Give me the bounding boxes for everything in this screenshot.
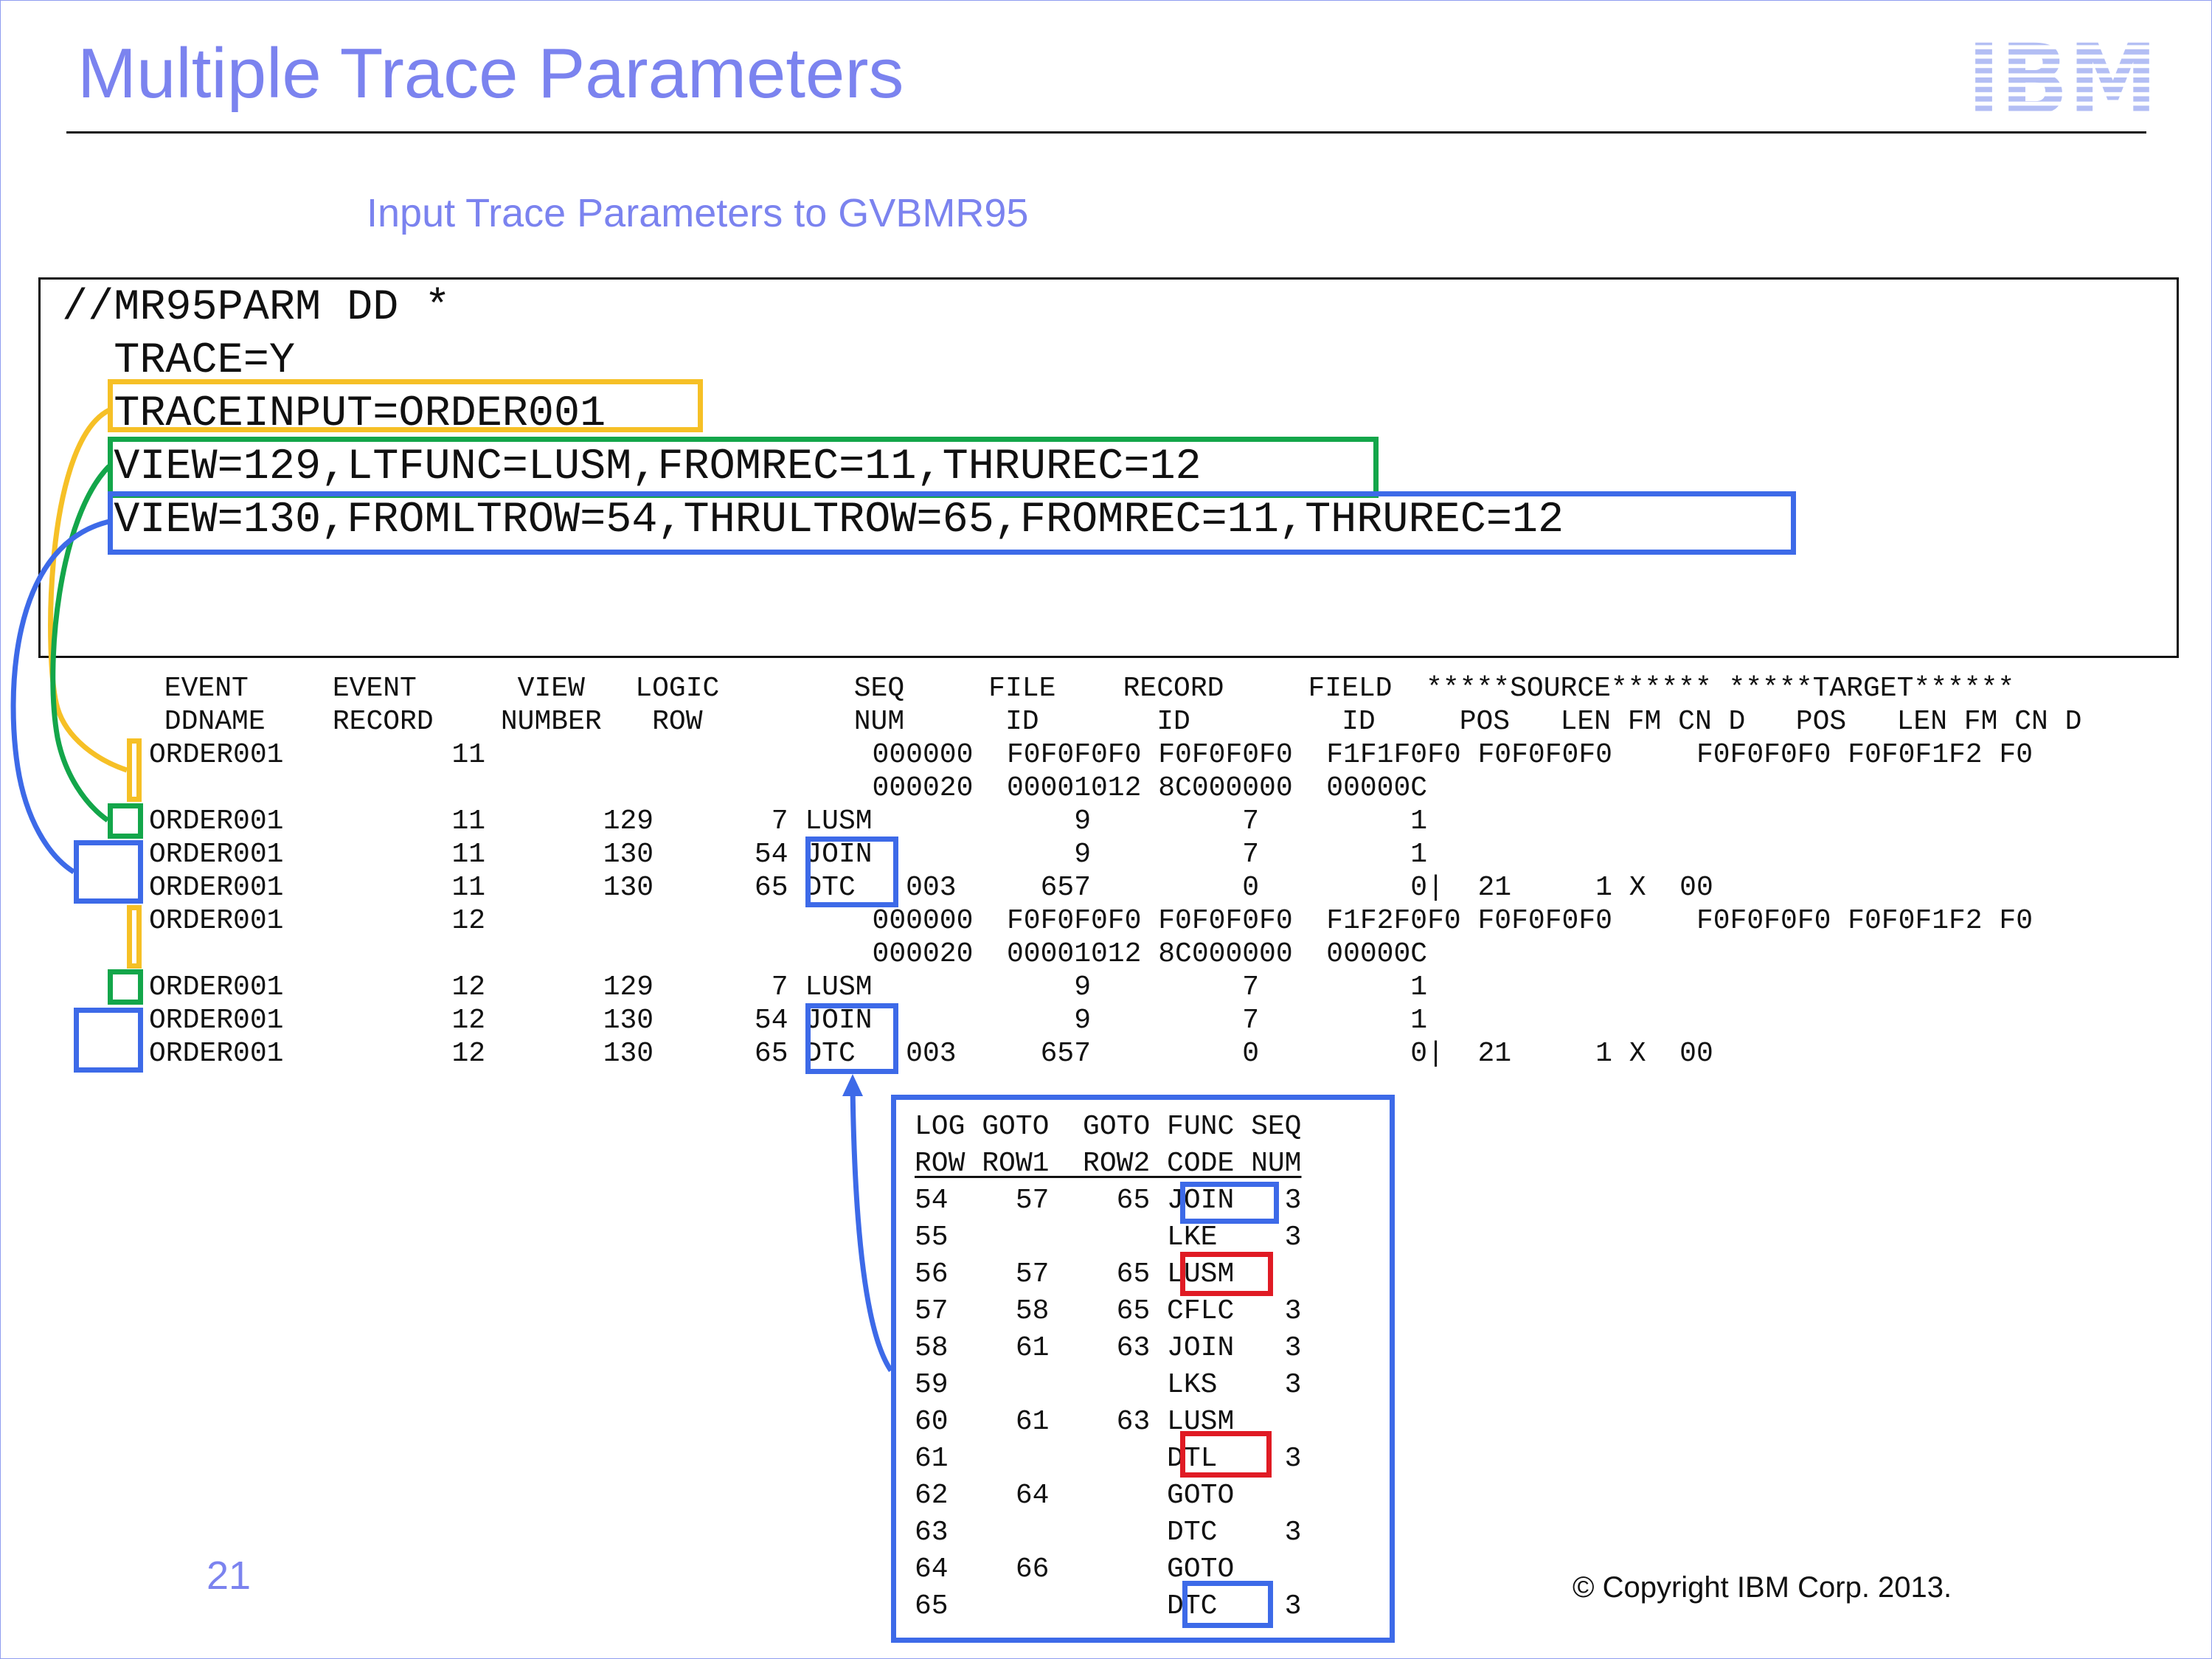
record11-input-marker <box>127 738 142 802</box>
trace-row: ORDER001 12 130 65 DTC 003 657 0 0| 21 1… <box>149 1038 1713 1070</box>
trace-join-dtc-highlight-rec11 <box>805 837 898 907</box>
ibm-logo: IBM <box>1967 40 2157 115</box>
lt-lusm-highlight <box>1180 1252 1273 1296</box>
trace-row: ORDER001 11 130 65 DTC 003 657 0 0| 21 1… <box>149 872 1713 904</box>
trace-join-dtc-highlight-rec12 <box>805 1003 898 1074</box>
lt-dtl-highlight <box>1180 1431 1272 1478</box>
record12-input-marker <box>127 905 142 969</box>
trace-header-1: EVENT EVENT VIEW LOGIC SEQ FILE RECORD F… <box>148 673 2015 704</box>
slide-title: Multiple Trace Parameters <box>77 34 904 113</box>
logic-table-row: 58 61 63 JOIN 3 <box>915 1332 1302 1364</box>
trace-row: ORDER001 12 130 54 JOIN 9 7 1 <box>149 1005 1428 1036</box>
lt-join-highlight <box>1180 1182 1279 1224</box>
logic-table-header-2: ROW ROW1 ROW2 CODE NUM <box>915 1148 1302 1180</box>
traceinput-highlight <box>108 379 703 432</box>
record12-view130-marker <box>74 1008 143 1073</box>
logic-table-header-1: LOG GOTO GOTO FUNC SEQ <box>915 1111 1302 1143</box>
lt-dtc-highlight <box>1182 1581 1273 1628</box>
ibm-logo-text: IBM <box>1967 40 2157 115</box>
trace-row: ORDER001 11 129 7 LUSM 9 7 1 <box>149 806 1428 837</box>
trace-row: ORDER001 12 000000 F0F0F0F0 F0F0F0F0 F1F… <box>149 905 2034 937</box>
view129-highlight <box>108 437 1379 498</box>
logic-table-row: 63 DTC 3 <box>915 1517 1302 1548</box>
record12-view129-marker <box>108 969 143 1005</box>
trace-header-2: DDNAME RECORD NUMBER ROW NUM ID ID ID PO… <box>148 706 2082 738</box>
trace-row: 000020 00001012 8C000000 00000C <box>149 938 1428 970</box>
copyright-notice: © Copyright IBM Corp. 2013. <box>1573 1571 1952 1604</box>
title-rule <box>66 131 2146 134</box>
trace-row: 000020 00001012 8C000000 00000C <box>149 772 1428 804</box>
record11-view130-marker <box>74 840 143 904</box>
record11-view129-marker <box>108 803 143 839</box>
logic-table-row: 59 LKS 3 <box>915 1369 1302 1401</box>
trace-row: ORDER001 11 000000 F0F0F0F0 F0F0F0F0 F1F… <box>149 739 2034 771</box>
logic-table-row: 55 LKE 3 <box>915 1222 1302 1253</box>
trace-row: ORDER001 12 129 7 LUSM 9 7 1 <box>149 971 1428 1003</box>
trace-row: ORDER001 11 130 54 JOIN 9 7 1 <box>149 839 1428 870</box>
logic-table-row: 57 58 65 CFLC 3 <box>915 1295 1302 1327</box>
view130-highlight <box>108 491 1796 555</box>
logic-table-row: 62 64 GOTO <box>915 1480 1235 1511</box>
slide-subtitle: Input Trace Parameters to GVBMR95 <box>367 191 1029 235</box>
parm-line-dd: //MR95PARM DD * <box>62 283 451 332</box>
page-number: 21 <box>207 1554 252 1598</box>
